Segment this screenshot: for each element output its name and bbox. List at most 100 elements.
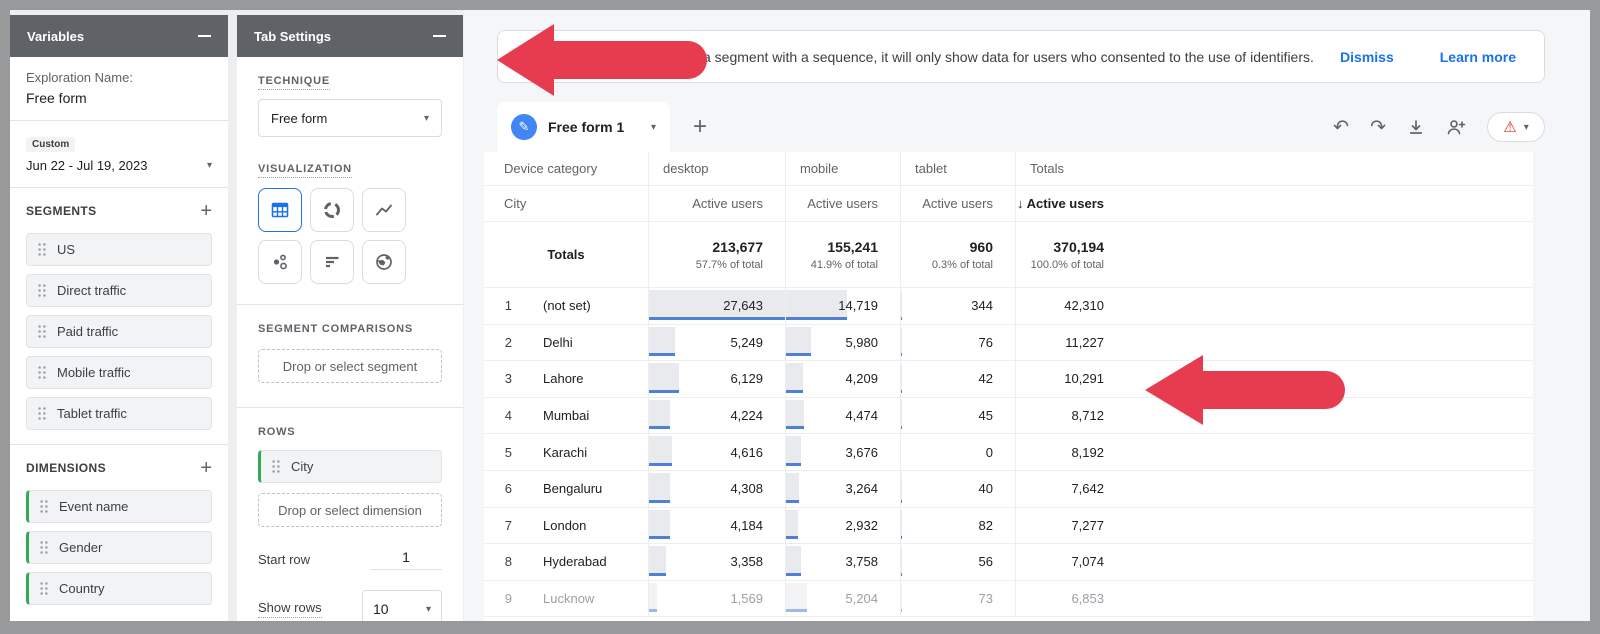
start-row-label: Start row (258, 552, 310, 567)
edit-pencil-icon: ✎ (511, 114, 537, 140)
city-name: Karachi (543, 445, 587, 460)
dimension-chip[interactable]: Country (26, 572, 212, 605)
desktop-value-cell: 4,308 (648, 471, 785, 508)
mobile-value-cell: 5,980 (785, 325, 900, 362)
segment-chip[interactable]: Direct traffic (26, 274, 212, 307)
undo-icon[interactable]: ↶ (1333, 118, 1349, 137)
viz-line-chart-icon[interactable] (362, 188, 406, 232)
city-name: Lahore (543, 371, 583, 386)
metric-header-tablet[interactable]: Active users (900, 186, 1015, 222)
drag-handle-icon (37, 406, 47, 421)
total-value-cell: 11,227 (1015, 325, 1533, 362)
date-custom-badge: Custom (26, 137, 75, 152)
table-row[interactable]: 1(not set)27,64314,71934442,310 (484, 288, 1533, 325)
city-cell: 6Bengaluru (484, 471, 648, 508)
start-row-input[interactable]: 1 (370, 549, 442, 570)
mobile-value-cell: 3,264 (785, 471, 900, 508)
download-icon[interactable] (1407, 118, 1425, 136)
table-row[interactable]: 4Mumbai4,2244,474458,712 (484, 398, 1533, 435)
chip-label: Gender (59, 540, 102, 555)
table-row[interactable]: 6Bengaluru4,3083,264407,642 (484, 471, 1533, 508)
share-add-user-icon[interactable] (1446, 118, 1466, 136)
chip-label: Country (59, 581, 105, 596)
add-segment-button[interactable]: + (200, 201, 212, 221)
value-heat-bar (649, 400, 670, 430)
minimize-icon[interactable] (433, 35, 446, 37)
row-rank: 7 (484, 518, 512, 533)
chip-label: City (291, 459, 313, 474)
table-row[interactable]: 7London4,1842,932827,277 (484, 508, 1533, 545)
total-value-cell: 7,277 (1015, 508, 1533, 545)
city-name: Lucknow (543, 591, 594, 606)
tab-settings-panel-header: Tab Settings (237, 15, 463, 57)
value-heat-bar (649, 436, 672, 466)
table-row[interactable]: 5Karachi4,6163,67608,192 (484, 434, 1533, 471)
variables-panel-title: Variables (27, 29, 84, 44)
exploration-name-value[interactable]: Free form (26, 90, 212, 106)
metric-header-totals-sorted[interactable]: ↓ Active users (1015, 186, 1533, 222)
technique-select[interactable]: Free form ▾ (258, 99, 442, 137)
dimension-chip[interactable]: Event name (26, 490, 212, 523)
minimize-icon[interactable] (198, 35, 211, 37)
metric-header-mobile[interactable]: Active users (785, 186, 900, 222)
viz-table-icon[interactable] (258, 188, 302, 232)
row-rank: 6 (484, 481, 512, 496)
drag-handle-icon (271, 459, 281, 474)
desktop-value-cell: 3,358 (648, 544, 785, 581)
segments-label: SEGMENTS (26, 204, 97, 218)
data-table: Device category desktop mobile tablet To… (484, 152, 1533, 621)
value-heat-bar (649, 363, 679, 393)
dimension-chip[interactable]: Gender (26, 531, 212, 564)
row-rank: 2 (484, 335, 512, 350)
data-quality-button[interactable]: ⚠ ▾ (1487, 112, 1545, 142)
segment-dropzone[interactable]: Drop or select segment (258, 349, 442, 383)
dimension-dropzone[interactable]: Drop or select dimension (258, 493, 442, 527)
chip-label: Direct traffic (57, 283, 126, 298)
totals-label: Totals (484, 222, 648, 288)
desktop-value-cell: 4,616 (648, 434, 785, 471)
viz-bar-chart-icon[interactable] (310, 240, 354, 284)
tablet-value-cell: 40 (900, 471, 1015, 508)
table-row[interactable]: 9Lucknow1,5695,204736,853 (484, 581, 1533, 618)
tablet-value-cell: 344 (900, 288, 1015, 325)
segment-chip[interactable]: Mobile traffic (26, 356, 212, 389)
exploration-tab[interactable]: ✎ Free form 1 ▾ (497, 102, 670, 152)
viz-donut-icon[interactable] (310, 188, 354, 232)
value-heat-bar (786, 583, 807, 613)
rows-dimension-chip[interactable]: City (258, 450, 442, 483)
segment-chip[interactable]: US (26, 233, 212, 266)
row-dimension-header: City (484, 186, 648, 222)
table-row[interactable]: 2Delhi5,2495,9807611,227 (484, 325, 1533, 362)
value-heat-bar (786, 400, 804, 430)
total-value-cell: 8,192 (1015, 434, 1533, 471)
row-rank: 8 (484, 554, 512, 569)
exploration-name-block: Exploration Name: Free form (10, 57, 228, 120)
totals-desktop: 213,67757.7% of total (648, 222, 785, 288)
dismiss-button[interactable]: Dismiss (1340, 49, 1394, 65)
metric-header-desktop[interactable]: Active users (648, 186, 785, 222)
viz-geo-map-icon[interactable] (362, 240, 406, 284)
table-row[interactable]: 3Lahore6,1294,2094210,291 (484, 361, 1533, 398)
segments-section: SEGMENTS + US Direct traffic Paid traffic M… (10, 188, 228, 444)
technique-block: TECHNIQUE Free form ▾ (237, 57, 463, 137)
table-row[interactable]: 8Hyderabad3,3583,758567,074 (484, 544, 1533, 581)
city-name: Mumbai (543, 408, 589, 423)
show-rows-select[interactable]: 10 ▾ (362, 590, 442, 621)
add-tab-button[interactable]: + (682, 109, 718, 145)
mobile-value-cell: 5,204 (785, 581, 900, 618)
segment-chip[interactable]: Paid traffic (26, 315, 212, 348)
add-dimension-button[interactable]: + (200, 458, 212, 478)
desktop-value-cell: 5,249 (648, 325, 785, 362)
learn-more-link[interactable]: Learn more (1440, 49, 1516, 65)
segment-chip[interactable]: Tablet traffic (26, 397, 212, 430)
date-range-selector[interactable]: Jun 22 - Jul 19, 2023 ▾ (26, 158, 212, 173)
city-cell: 7London (484, 508, 648, 545)
redo-icon[interactable]: ↷ (1370, 118, 1386, 137)
desktop-value-cell: 6,129 (648, 361, 785, 398)
chevron-down-icon[interactable]: ▾ (651, 122, 656, 133)
warning-icon: ⚠ (1503, 120, 1516, 135)
pivot-header: Device category (484, 152, 648, 186)
tablet-value-cell: 73 (900, 581, 1015, 618)
visualization-block: VISUALIZATION (237, 137, 463, 284)
viz-scatter-icon[interactable] (258, 240, 302, 284)
